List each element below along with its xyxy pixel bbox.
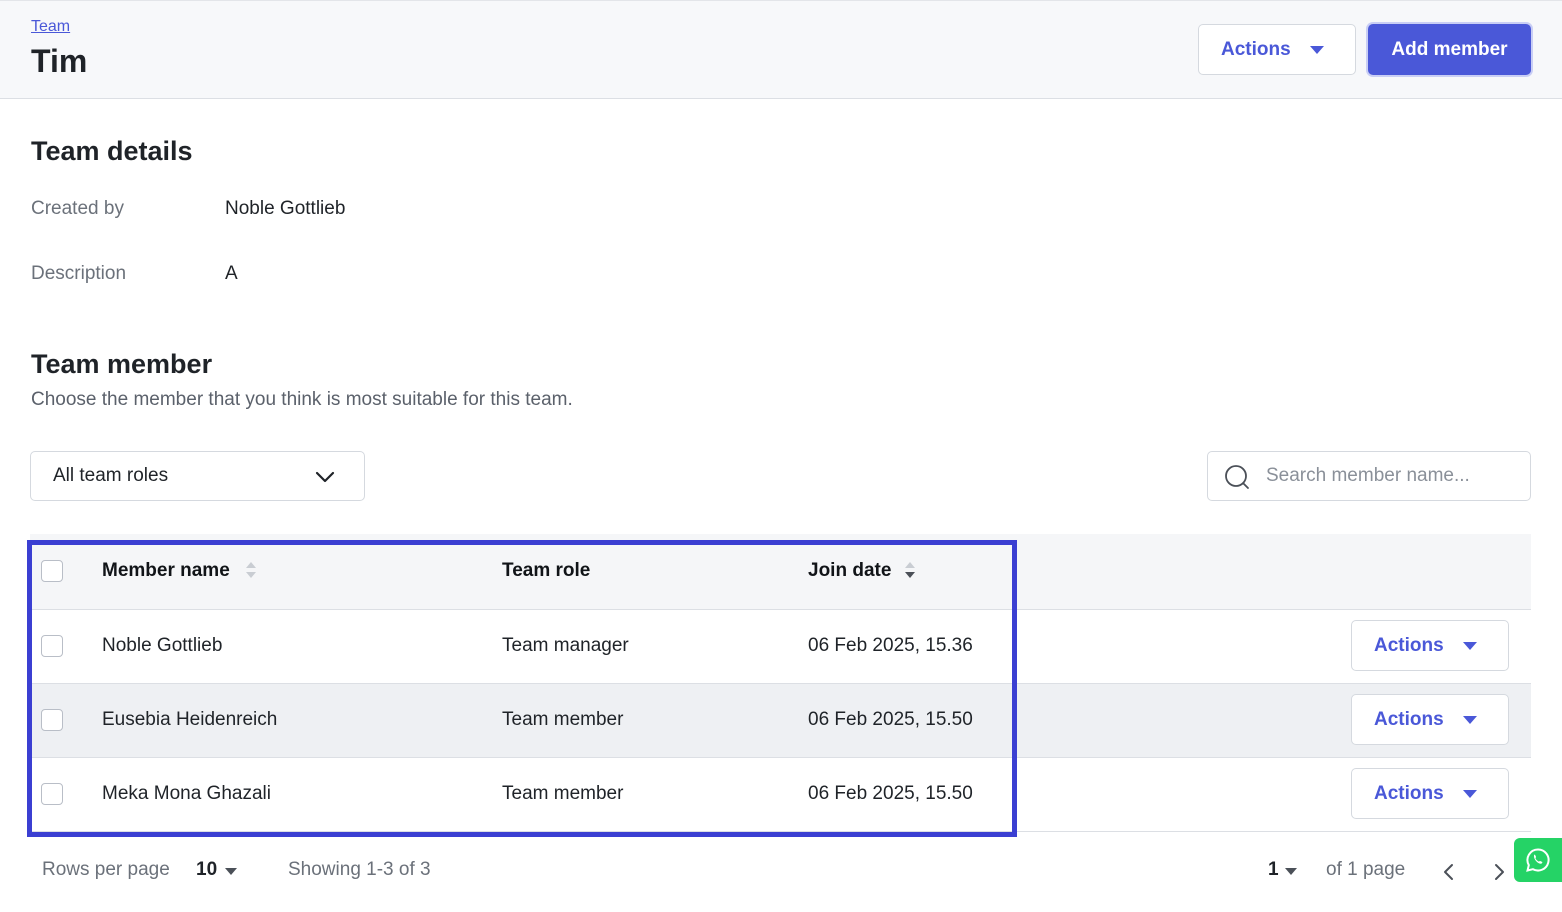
description-label: Description [31, 263, 127, 284]
join-date-cell: 06 Feb 2025, 15.36 [808, 635, 973, 656]
member-name-cell: Eusebia Heidenreich [102, 709, 278, 730]
table-row: Meka Mona Ghazali Team member 06 Feb 202… [30, 758, 1531, 832]
member-name-cell: Noble Gottlieb [102, 635, 223, 656]
showing-count: Showing 1-3 of 3 [288, 859, 431, 880]
header-actions-button[interactable]: Actions [1198, 24, 1356, 75]
breadcrumb-team-link[interactable]: Team [31, 18, 70, 36]
join-date-cell: 06 Feb 2025, 15.50 [808, 783, 973, 804]
page-header: Team Tim Actions Add member [0, 0, 1562, 99]
member-name-cell: Meka Mona Ghazali [102, 783, 271, 804]
whatsapp-icon [1526, 848, 1550, 872]
team-role-cell: Team member [502, 783, 624, 804]
select-all-checkbox[interactable] [41, 560, 63, 582]
rows-per-page-label: Rows per page [42, 859, 170, 880]
caret-down-icon [1310, 46, 1324, 54]
row-actions-label: Actions [1374, 782, 1444, 804]
caret-down-icon [225, 868, 237, 875]
caret-down-icon [1463, 642, 1477, 650]
table-row: Eusebia Heidenreich Team member 06 Feb 2… [30, 684, 1531, 758]
rows-per-page-select[interactable]: 10 [196, 859, 217, 881]
row-actions-button[interactable]: Actions [1351, 694, 1509, 745]
search-member-input[interactable] [1266, 462, 1516, 490]
row-checkbox[interactable] [41, 783, 63, 805]
row-actions-label: Actions [1374, 708, 1444, 730]
role-filter-select[interactable]: All team roles [30, 451, 365, 501]
search-icon [1225, 465, 1249, 489]
sort-icon[interactable] [245, 560, 257, 580]
team-member-subtitle: Choose the member that you think is most… [31, 389, 573, 410]
chevron-down-icon [315, 471, 335, 483]
team-details-heading: Team details [31, 136, 193, 166]
role-filter-value: All team roles [53, 465, 169, 486]
team-role-cell: Team manager [502, 635, 629, 656]
caret-down-icon [1463, 790, 1477, 798]
table-row: Noble Gottlieb Team manager 06 Feb 2025,… [30, 610, 1531, 684]
add-member-button[interactable]: Add member [1368, 24, 1531, 75]
column-join-date[interactable]: Join date [808, 560, 891, 582]
row-checkbox[interactable] [41, 635, 63, 657]
row-actions-label: Actions [1374, 634, 1444, 656]
row-checkbox[interactable] [41, 709, 63, 731]
caret-down-icon [1285, 868, 1297, 875]
join-date-cell: 06 Feb 2025, 15.50 [808, 709, 973, 730]
column-team-role: Team role [502, 560, 591, 581]
row-actions-button[interactable]: Actions [1351, 768, 1509, 819]
caret-down-icon [1463, 716, 1477, 724]
chevron-right-icon[interactable] [1493, 860, 1507, 884]
whatsapp-button[interactable] [1514, 838, 1562, 882]
page-count: of 1 page [1326, 859, 1406, 880]
column-member-name[interactable]: Member name [102, 560, 230, 582]
search-box [1207, 451, 1531, 501]
sort-icon[interactable] [904, 560, 916, 580]
page-select[interactable]: 1 [1268, 859, 1279, 881]
team-member-heading: Team member [31, 349, 213, 379]
description-value: A [225, 263, 238, 284]
team-role-cell: Team member [502, 709, 624, 730]
page-title: Tim [31, 43, 88, 79]
table-header: Member name Team role Join date [30, 534, 1531, 610]
created-by-value: Noble Gottlieb [225, 198, 346, 219]
row-actions-button[interactable]: Actions [1351, 620, 1509, 671]
chevron-left-icon[interactable] [1441, 860, 1455, 884]
header-actions-label: Actions [1221, 38, 1291, 60]
created-by-label: Created by [31, 198, 124, 219]
